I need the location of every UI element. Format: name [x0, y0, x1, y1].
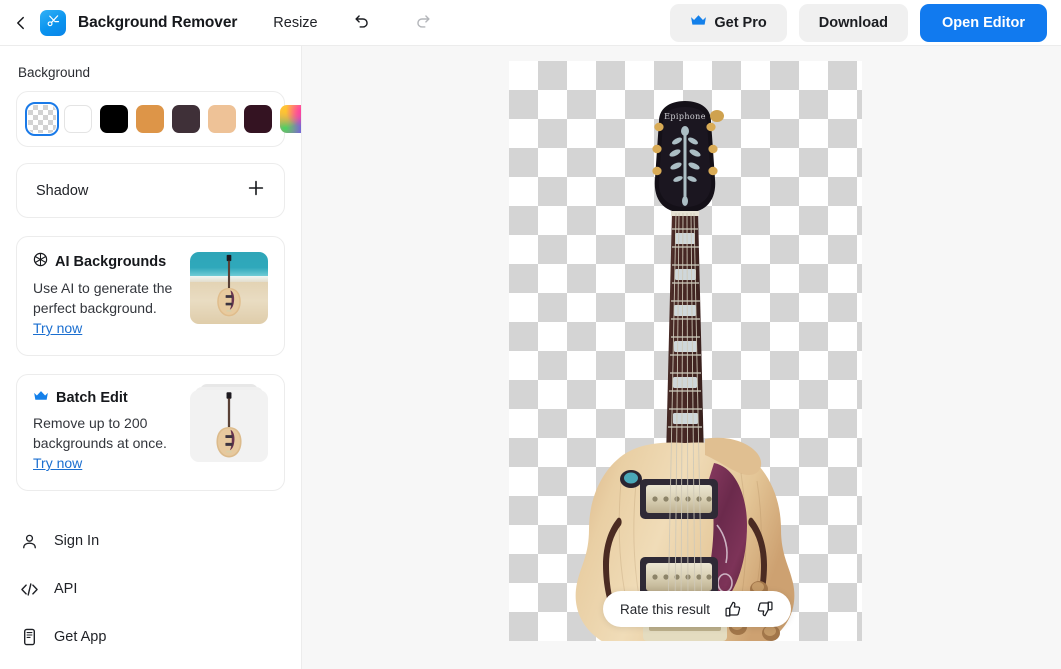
- background-swatch-card: [16, 91, 301, 147]
- download-button[interactable]: Download: [798, 3, 909, 42]
- app-title: Background Remover: [78, 13, 238, 31]
- promo-text-block: AI Backgrounds Use AI to generate the pe…: [33, 252, 180, 338]
- crown-icon: [690, 14, 707, 31]
- open-editor-button[interactable]: Open Editor: [920, 3, 1047, 42]
- app-logo: [40, 9, 66, 36]
- promo-card-ai-backgrounds[interactable]: AI Backgrounds Use AI to generate the pe…: [16, 236, 285, 356]
- back-button[interactable]: [8, 10, 34, 36]
- resize-button[interactable]: Resize: [273, 15, 317, 31]
- top-header: Background Remover Resize Get Pro Downlo…: [0, 0, 1061, 46]
- plus-icon: [247, 179, 265, 202]
- promo-card-batch-edit[interactable]: Batch Edit Remove up to 200 backgrounds …: [16, 374, 285, 491]
- swatch-orange[interactable]: [136, 105, 164, 133]
- sidebar-item-label: Get App: [54, 629, 107, 645]
- chevron-left-icon: [13, 15, 29, 31]
- header-actions: Get Pro Download Open Editor: [670, 3, 1047, 42]
- rate-result-label: Rate this result: [620, 601, 711, 617]
- add-shadow-button[interactable]: [245, 180, 267, 202]
- promo-description: Use AI to generate the perfect backgroun…: [33, 280, 173, 316]
- sidebar-item-api[interactable]: API: [18, 565, 283, 613]
- undo-icon: [353, 11, 372, 35]
- shadow-label: Shadow: [36, 182, 89, 199]
- thumbnail-guitar-icon: [216, 392, 242, 458]
- get-pro-label: Get Pro: [714, 14, 767, 31]
- main-body: Background Shadow AI Backgrounds Use AI …: [0, 46, 1061, 669]
- thumbnail-guitar-icon: [217, 254, 241, 317]
- transparency-checkerboard: Epiphone Rate this result: [509, 61, 862, 663]
- swatch-custom-color-picker[interactable]: [280, 105, 301, 133]
- swatch-transparent[interactable]: [24, 101, 60, 137]
- redo-icon: [413, 11, 432, 35]
- phone-icon: [20, 628, 39, 646]
- promo-title: Batch Edit: [56, 390, 128, 406]
- promo-thumbnail-stack: [190, 384, 268, 462]
- left-sidebar: Background Shadow AI Backgrounds Use AI …: [0, 46, 302, 669]
- promo-description: Remove up to 200 backgrounds at once.: [33, 415, 167, 451]
- canvas-area: Epiphone Rate this result: [302, 46, 1061, 669]
- download-label: Download: [818, 14, 889, 31]
- aperture-icon: [33, 252, 48, 271]
- swatch-black[interactable]: [100, 105, 128, 133]
- promo-text-block: Batch Edit Remove up to 200 backgrounds …: [33, 390, 180, 473]
- open-editor-label: Open Editor: [942, 14, 1025, 31]
- thumbs-down-button[interactable]: [756, 600, 774, 618]
- swatch-white[interactable]: [64, 105, 92, 133]
- thumbs-up-button[interactable]: [724, 600, 742, 618]
- app-root: Background Remover Resize Get Pro Downlo…: [0, 0, 1061, 669]
- stack-layer-front: [190, 390, 268, 462]
- sidebar-item-label: Sign In: [54, 533, 100, 549]
- get-pro-button[interactable]: Get Pro: [670, 3, 787, 42]
- promo-try-now-link[interactable]: Try now: [33, 320, 82, 336]
- promo-heading: AI Backgrounds: [33, 252, 180, 271]
- sidebar-item-get-app[interactable]: Get App: [18, 613, 283, 661]
- code-icon: [20, 581, 39, 598]
- guitar-cutout-icon: Epiphone: [575, 101, 795, 663]
- swatch-deep-maroon[interactable]: [244, 105, 272, 133]
- background-swatch-list: [24, 101, 301, 137]
- sidebar-item-label: API: [54, 581, 78, 597]
- promo-heading: Batch Edit: [33, 390, 180, 406]
- promo-thumbnail-beach: [190, 252, 268, 324]
- undo-button[interactable]: [348, 8, 378, 38]
- sidebar-item-sign-in[interactable]: Sign In: [18, 517, 283, 565]
- background-section-title: Background: [18, 65, 91, 80]
- redo-button[interactable]: [408, 8, 438, 38]
- user-icon: [20, 533, 39, 550]
- sidebar-nav: Sign In API Get App: [16, 517, 285, 669]
- crown-icon: [33, 390, 49, 406]
- swatch-tan[interactable]: [208, 105, 236, 133]
- promo-title: AI Backgrounds: [55, 253, 167, 270]
- shadow-section[interactable]: Shadow: [16, 163, 285, 218]
- result-image: Epiphone: [509, 61, 862, 663]
- rate-result-widget: Rate this result: [603, 591, 792, 627]
- svg-text:Epiphone: Epiphone: [664, 112, 706, 121]
- scissors-logo-icon: [46, 13, 61, 33]
- swatch-dark-plum[interactable]: [172, 105, 200, 133]
- promo-try-now-link[interactable]: Try now: [33, 455, 82, 471]
